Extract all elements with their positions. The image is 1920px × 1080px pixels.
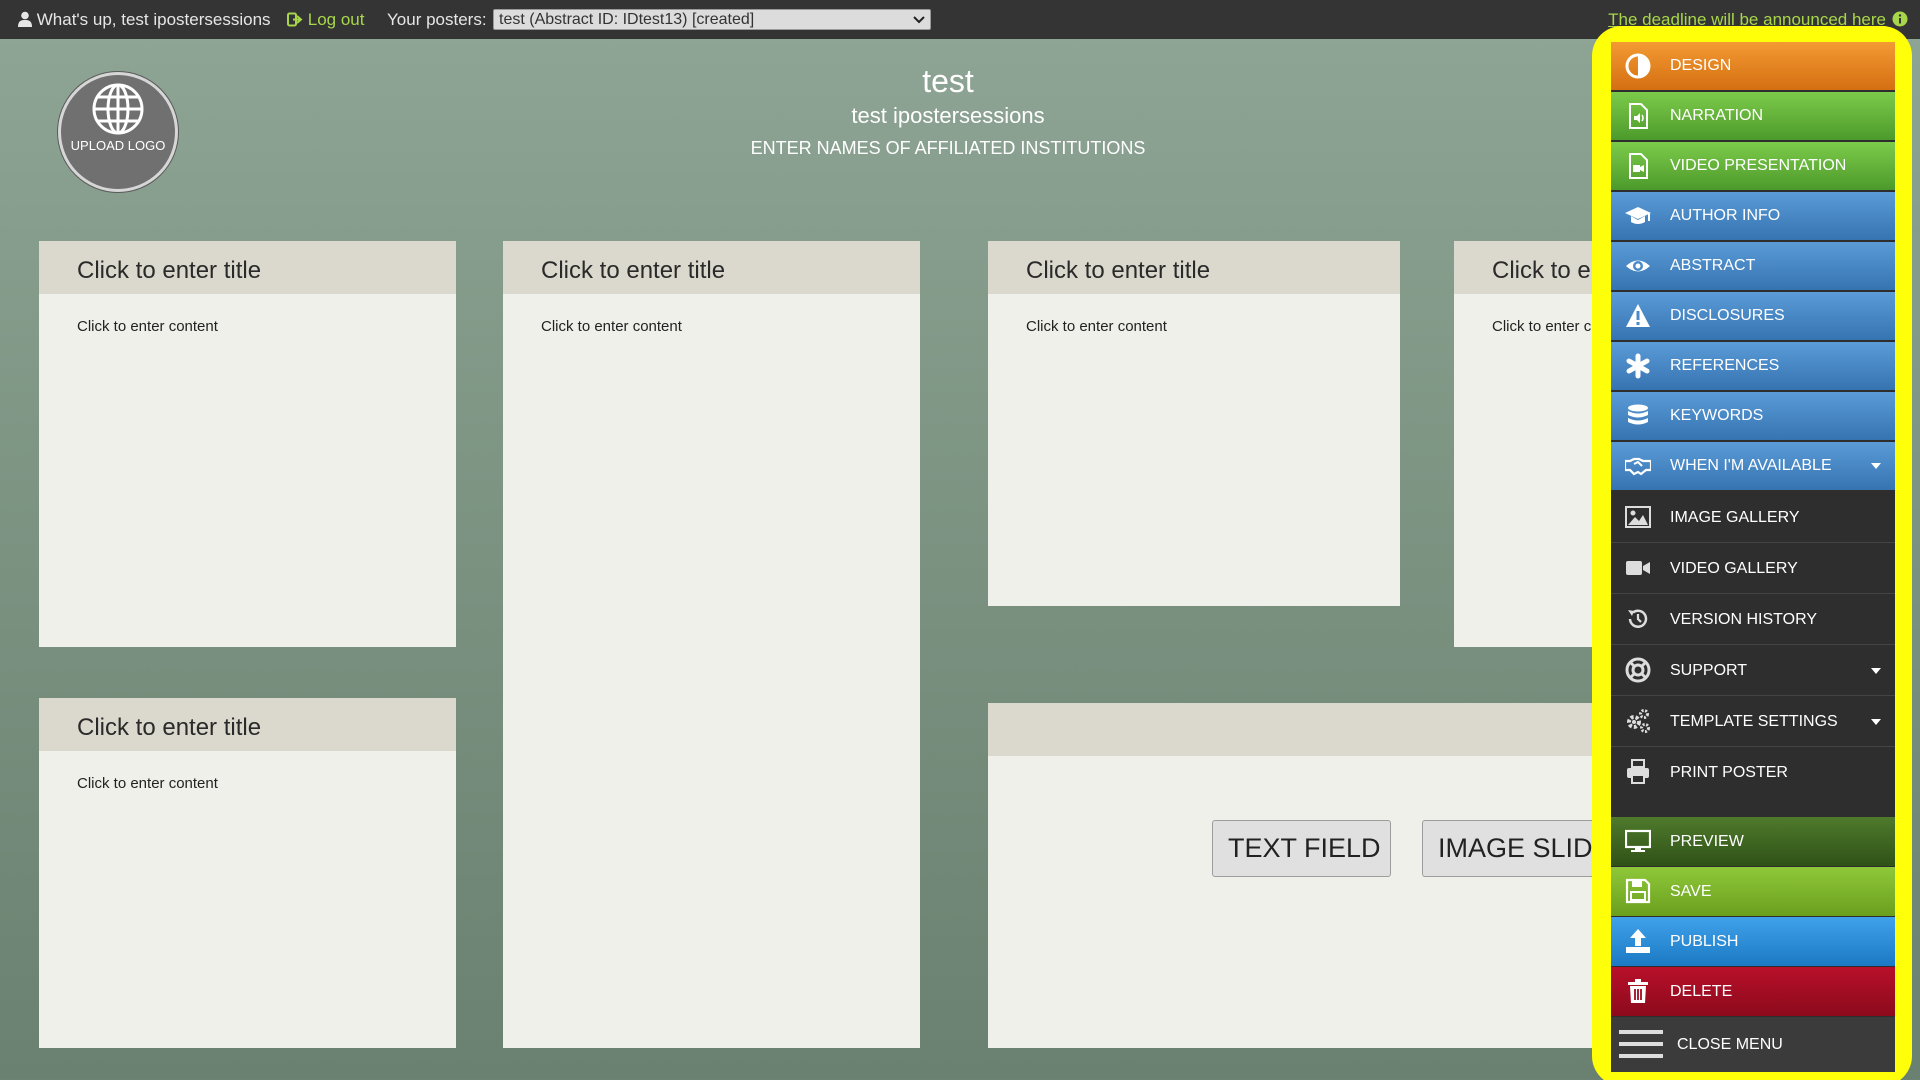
menu-item-references[interactable]: REFERENCES	[1611, 342, 1895, 390]
menu-item-image-gallery[interactable]: IMAGE GALLERY	[1611, 492, 1895, 543]
handshake-icon	[1625, 457, 1651, 476]
logout-icon	[287, 12, 303, 27]
video-file-icon	[1629, 153, 1648, 179]
monitor-icon	[1625, 829, 1651, 852]
menu-item-support[interactable]: SUPPORT	[1611, 645, 1895, 696]
menu-item-abstract[interactable]: ABSTRACT	[1611, 242, 1895, 290]
upload-logo-button[interactable]: UPLOAD LOGO	[58, 72, 178, 192]
poster-title[interactable]: test	[548, 63, 1348, 100]
menu-item-author-info[interactable]: AUTHOR INFO	[1611, 192, 1895, 240]
menu-item-preview[interactable]: PREVIEW	[1611, 817, 1895, 866]
upload-logo-label: UPLOAD LOGO	[70, 138, 166, 153]
lifebuoy-icon	[1625, 657, 1651, 683]
poster-panel: Click to enter title Click to enter cont…	[39, 241, 456, 647]
menu-item-keywords[interactable]: KEYWORDS	[1611, 392, 1895, 440]
menu-item-template-settings[interactable]: TEMPLATE SETTINGS	[1611, 696, 1895, 747]
panel-title[interactable]: Click to enter title	[503, 241, 920, 294]
audio-file-icon	[1629, 103, 1648, 129]
poster-panel: Click to enter title Click to enter cont…	[503, 241, 920, 1048]
image-icon	[1625, 506, 1651, 528]
panel-title[interactable]	[988, 703, 1594, 756]
menu-item-video-gallery[interactable]: VIDEO GALLERY	[1611, 543, 1895, 594]
floppy-disk-icon	[1625, 878, 1651, 904]
panel-title[interactable]: Click to enter title	[988, 241, 1400, 294]
gears-icon	[1627, 709, 1650, 733]
menu-item-print-poster[interactable]: PRINT POSTER	[1611, 747, 1895, 798]
menu-item-publish[interactable]: PUBLISH	[1611, 917, 1895, 966]
chevron-down-icon	[913, 16, 925, 24]
text-field-button[interactable]: TEXT FIELD	[1212, 820, 1391, 877]
eye-icon	[1626, 260, 1650, 272]
panel-content[interactable]: Click to enter content	[988, 294, 1400, 335]
panel-content[interactable]: Click to enter content	[39, 294, 456, 335]
menu-item-when-im-available[interactable]: WHEN I'M AVAILABLE	[1611, 442, 1895, 490]
menu-item-delete[interactable]: DELETE	[1611, 967, 1895, 1016]
warning-icon	[1626, 304, 1650, 327]
caret-down-icon	[1871, 719, 1881, 725]
info-icon[interactable]	[1892, 11, 1908, 27]
side-menu: DESIGN NARRATION VIDEO PRESENTATION AUTH…	[1611, 42, 1895, 1072]
database-icon	[1628, 404, 1648, 425]
hamburger-icon	[1619, 1030, 1663, 1058]
upload-icon	[1626, 929, 1650, 953]
asterisk-icon	[1626, 353, 1650, 379]
user-greeting: What's up, test ipostersessions	[18, 0, 271, 39]
poster-institutions[interactable]: ENTER NAMES OF AFFILIATED INSTITUTIONS	[548, 138, 1348, 159]
menu-item-version-history[interactable]: VERSION HISTORY	[1611, 594, 1895, 645]
user-icon	[18, 11, 32, 27]
contrast-icon	[1625, 53, 1651, 79]
printer-icon	[1627, 759, 1649, 784]
poster-authors[interactable]: test ipostersessions	[548, 103, 1348, 129]
poster-panel: Click to enter title Click to enter cont…	[39, 698, 456, 1048]
panel-title[interactable]: Click to enter title	[39, 241, 456, 294]
your-posters-label: Your posters:	[387, 10, 487, 29]
panel-title[interactable]: Click to enter title	[39, 698, 456, 751]
panel-content[interactable]: Click to enter content	[39, 751, 456, 792]
poster-panel: Click to e Click to enter c	[1454, 241, 1594, 647]
caret-down-icon	[1871, 463, 1881, 469]
panel-content[interactable]: Click to enter content	[503, 294, 920, 335]
menu-item-video-presentation[interactable]: VIDEO PRESENTATION	[1611, 142, 1895, 190]
menu-item-close-menu[interactable]: CLOSE MENU	[1611, 1017, 1895, 1072]
menu-item-design[interactable]: DESIGN	[1611, 42, 1895, 90]
panel-content[interactable]: Click to enter c	[1454, 294, 1594, 335]
graduation-cap-icon	[1625, 207, 1651, 224]
globe-icon	[92, 83, 144, 135]
menu-item-narration[interactable]: NARRATION	[1611, 92, 1895, 140]
menu-item-save[interactable]: SAVE	[1611, 867, 1895, 916]
image-slider-button[interactable]: IMAGE SLIDI	[1422, 820, 1594, 877]
history-icon	[1628, 609, 1648, 628]
caret-down-icon	[1871, 668, 1881, 674]
video-camera-icon	[1626, 561, 1650, 575]
poster-select[interactable]: test (Abstract ID: IDtest13) [created]	[493, 9, 931, 30]
menu-item-disclosures[interactable]: DISCLOSURES	[1611, 292, 1895, 340]
poster-panel: Click to enter title Click to enter cont…	[988, 241, 1400, 606]
trash-icon	[1628, 979, 1648, 1003]
logout-link[interactable]: Log out	[287, 0, 364, 39]
panel-title[interactable]: Click to e	[1454, 241, 1594, 294]
